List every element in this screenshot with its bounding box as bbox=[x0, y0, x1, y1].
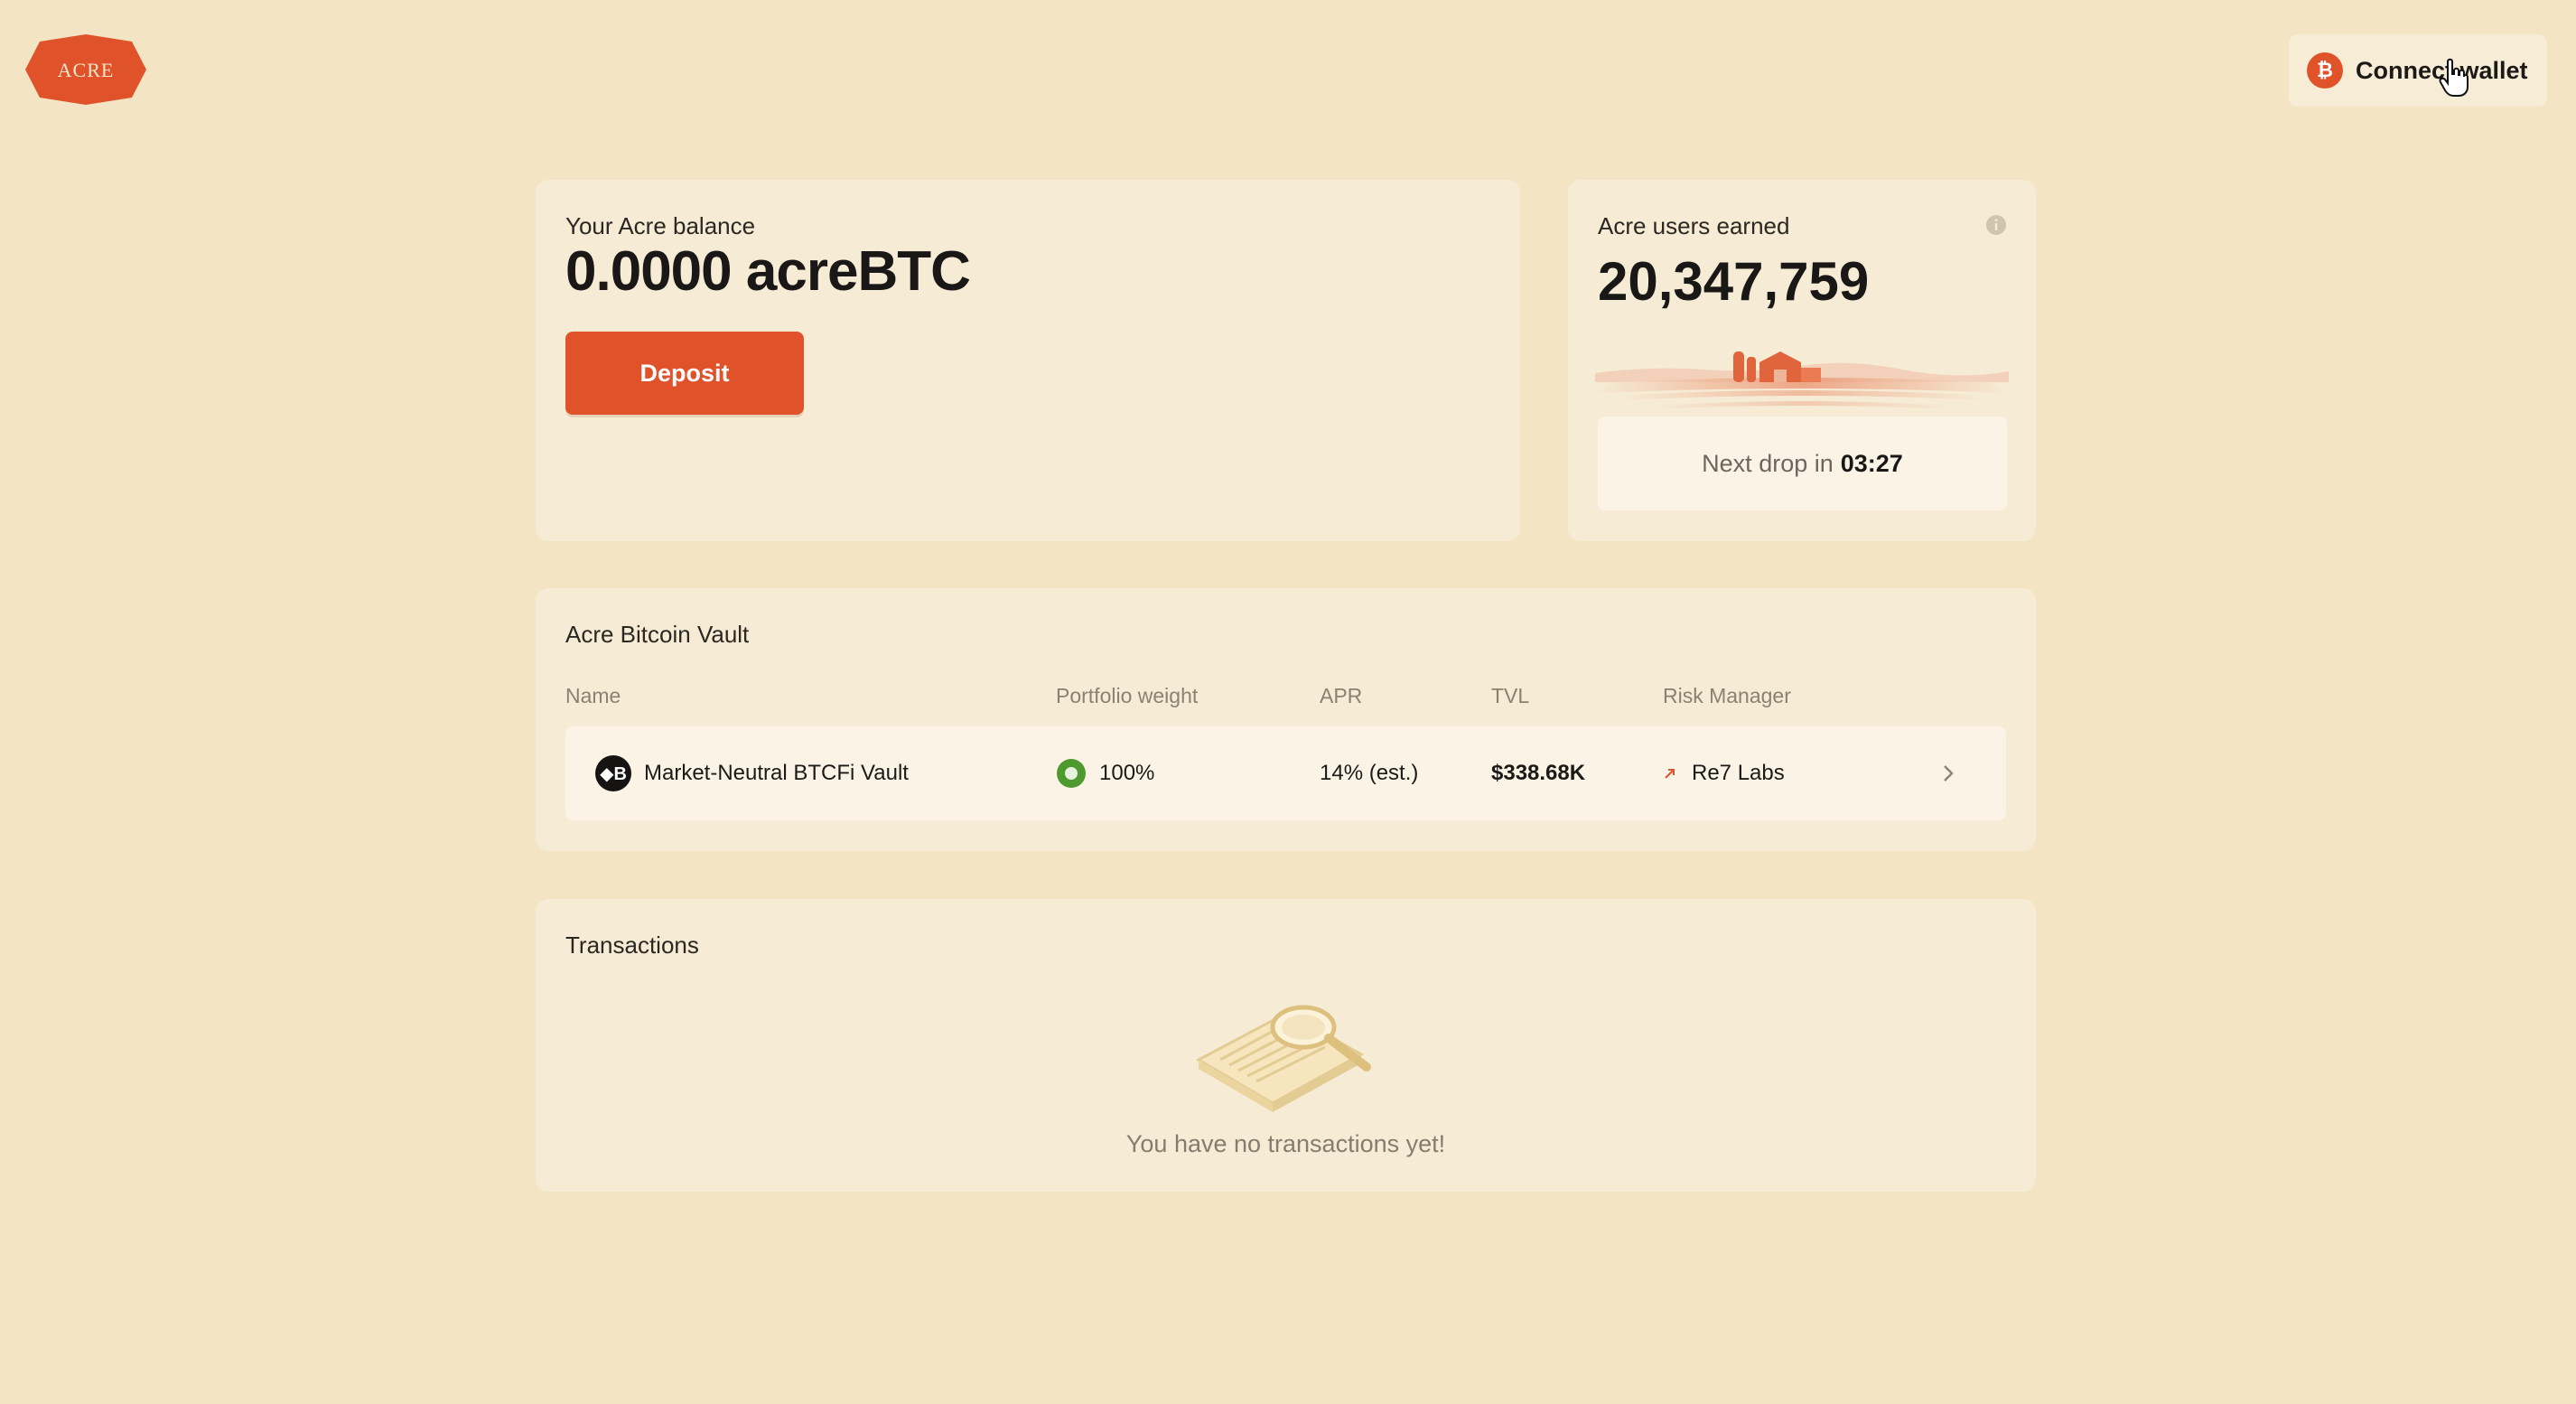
vault-name: Market-Neutral BTCFi Vault bbox=[644, 761, 909, 785]
vault-name-cell: ◆B Market-Neutral BTCFi Vault bbox=[595, 726, 909, 820]
deposit-button[interactable]: Deposit bbox=[565, 332, 804, 415]
earned-label: Acre users earned bbox=[1598, 212, 1790, 239]
next-drop-time: 03:27 bbox=[1840, 449, 1903, 477]
logo-text: ACRE bbox=[58, 59, 115, 81]
transactions-card: Transactions You have no transactions ye… bbox=[536, 899, 2036, 1192]
balance-amount: 0.0000 acreBTC bbox=[565, 239, 971, 304]
acre-logo[interactable]: ACRE bbox=[25, 34, 146, 105]
earned-value: 20,347,759 bbox=[1598, 251, 1870, 312]
vault-risk-manager-cell: Re7 Labs bbox=[1663, 726, 1785, 820]
vault-apr: 14% (est.) bbox=[1320, 761, 1419, 785]
chevron-right-icon[interactable] bbox=[1941, 763, 1955, 784]
column-header-tvl: TVL bbox=[1491, 684, 1530, 707]
vault-title: Acre Bitcoin Vault bbox=[565, 621, 750, 648]
farm-illustration bbox=[1595, 351, 2009, 409]
next-drop-box: Next drop in 03:27 bbox=[1598, 417, 2007, 510]
bitcoin-icon: ₿ bbox=[2307, 52, 2343, 89]
column-header-apr: APR bbox=[1320, 684, 1363, 707]
vault-weight: 100% bbox=[1099, 761, 1155, 785]
column-header-risk-manager: Risk Manager bbox=[1663, 684, 1791, 707]
vault-logo-icon: ◆B bbox=[595, 755, 631, 791]
balance-unit: acreBTC bbox=[745, 240, 971, 303]
weight-pie-icon bbox=[1057, 759, 1086, 788]
next-drop-label: Next drop in bbox=[1702, 449, 1834, 477]
connect-wallet-button[interactable]: ₿ Connect wallet bbox=[2289, 34, 2547, 107]
info-icon[interactable] bbox=[1985, 214, 2007, 236]
bitcoin-vault-card: Acre Bitcoin Vault Name Portfolio weight… bbox=[536, 588, 2036, 851]
balance-amount-value: 0.0000 bbox=[565, 240, 733, 303]
vault-tvl: $338.68K bbox=[1491, 761, 1586, 785]
empty-transactions-text: You have no transactions yet! bbox=[1125, 1130, 1446, 1157]
column-header-weight: Portfolio weight bbox=[1056, 684, 1199, 707]
app-page: ACRE ₿ Connect wallet Your Acre balance … bbox=[0, 0, 2576, 1404]
transactions-title: Transactions bbox=[565, 931, 699, 959]
external-arrow-icon bbox=[1665, 769, 1675, 779]
balance-label: Your Acre balance bbox=[565, 212, 756, 239]
vault-risk-manager: Re7 Labs bbox=[1692, 761, 1785, 785]
table-row[interactable]: ◆B Market-Neutral BTCFi Vault 100% 14% (… bbox=[565, 726, 2006, 820]
vault-weight-cell: 100% bbox=[1056, 726, 1154, 820]
empty-search-document-icon bbox=[1195, 1005, 1371, 1112]
column-header-name: Name bbox=[565, 684, 621, 707]
users-earned-card: Acre users earned 20,347,759 Next drop i… bbox=[1568, 180, 2036, 541]
hand-cursor-icon bbox=[2439, 58, 2469, 97]
balance-card: Your Acre balance 0.0000 acreBTC Deposit bbox=[536, 180, 1520, 541]
